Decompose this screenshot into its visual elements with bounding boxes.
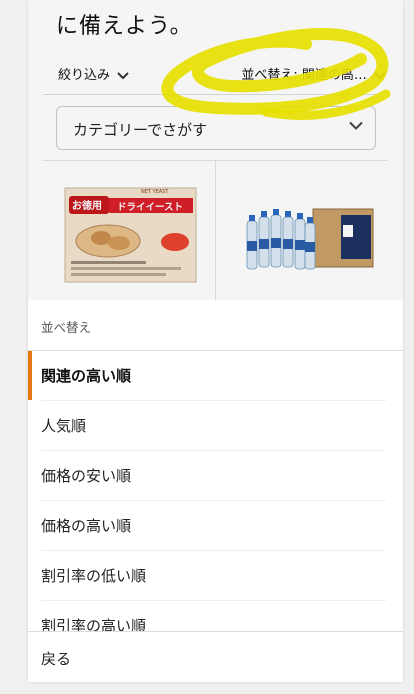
sort-option-discount-high[interactable]: 割引率の高い順 — [28, 601, 403, 631]
sort-option-label: 割引率の低い順 — [41, 567, 147, 585]
sheet-title: 並べ替え — [41, 320, 92, 335]
sort-option-discount-low[interactable]: 割引率の低い順 — [28, 551, 403, 601]
app-frame: に備えよう。 絞り込み 並べ替え: 関連の高… カテゴリーでさがす お徳用 ドラ… — [28, 0, 403, 682]
selected-indicator — [28, 351, 32, 400]
sort-option-label: 人気順 — [41, 417, 87, 435]
sort-option-popularity[interactable]: 人気順 — [28, 401, 403, 451]
sort-option-label: 割引率の高い順 — [41, 617, 147, 631]
highlight-scribble — [161, 28, 391, 120]
sort-option-price-low[interactable]: 価格の安い順 — [28, 451, 403, 501]
sort-option-price-high[interactable]: 価格の高い順 — [28, 501, 403, 551]
back-label: 戻る — [41, 650, 72, 668]
sort-option-label: 関連の高い順 — [41, 367, 132, 385]
search-results-page: に備えよう。 絞り込み 並べ替え: 関連の高… カテゴリーでさがす お徳用 ドラ… — [28, 0, 403, 301]
sort-bottom-sheet: 並べ替え 関連の高い順 人気順 価格の安い順 価格の高い順 割引率の低い順 割引… — [28, 300, 403, 682]
sort-option-label: 価格の安い順 — [41, 467, 132, 485]
sort-option-label: 価格の高い順 — [41, 517, 132, 535]
back-button[interactable]: 戻る — [28, 631, 403, 682]
sort-option-relevance[interactable]: 関連の高い順 — [28, 351, 403, 401]
sort-options-list[interactable]: 関連の高い順 人気順 価格の安い順 価格の高い順 割引率の低い順 割引率の高い順 — [28, 351, 403, 631]
